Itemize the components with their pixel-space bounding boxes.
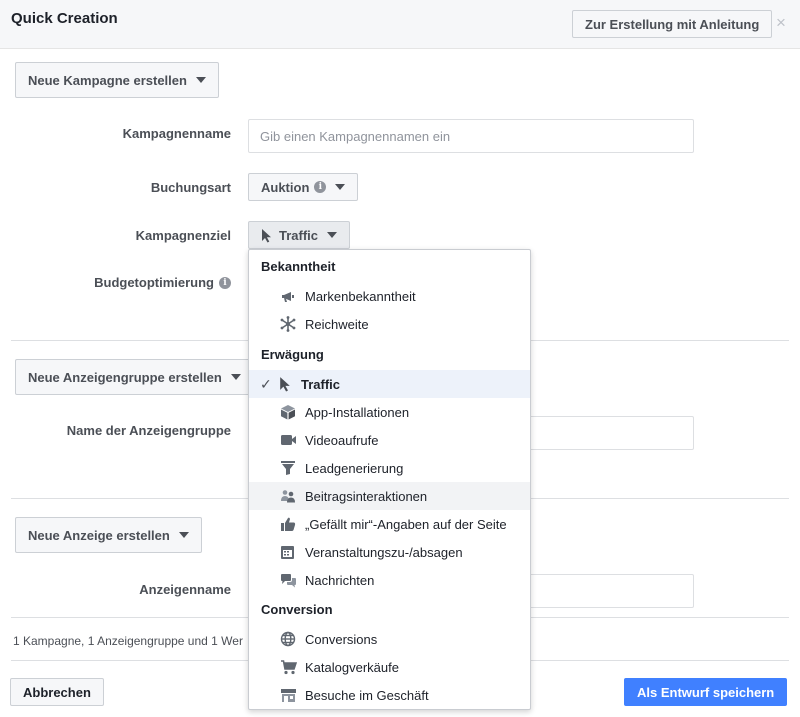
people-icon <box>279 487 297 505</box>
menu-item-label: Markenbekanntheit <box>305 288 416 304</box>
menu-section-consideration: Erwägung <box>261 347 324 362</box>
menu-item-label: Videoaufrufe <box>305 432 379 448</box>
cursor-icon <box>276 375 294 393</box>
menu-item-traffic[interactable]: ✓ Traffic <box>249 370 530 398</box>
funnel-icon <box>279 459 297 477</box>
budget-optimization-text: Budgetoptimierung <box>94 275 214 290</box>
close-icon[interactable]: × <box>776 13 786 33</box>
checkmark-icon: ✓ <box>260 375 272 392</box>
menu-item-store-visits[interactable]: Besuche im Geschäft <box>249 681 530 709</box>
cart-icon <box>279 658 297 676</box>
menu-item-label: Reichweite <box>305 316 369 332</box>
info-icon: i <box>219 276 231 289</box>
chevron-down-icon <box>195 77 206 83</box>
menu-item-messages[interactable]: Nachrichten <box>249 566 530 594</box>
store-icon <box>279 686 297 704</box>
campaign-name-input[interactable]: Gib einen Kampagnennamen ein <box>248 119 694 153</box>
new-campaign-dropdown[interactable]: Neue Kampagne erstellen <box>15 62 219 98</box>
budget-optimization-label: Budgetoptimierung i <box>94 275 231 290</box>
chat-bubbles-icon <box>279 571 297 589</box>
info-icon: i <box>314 181 327 193</box>
new-adset-dropdown[interactable]: Neue Anzeigengruppe erstellen <box>15 359 254 395</box>
dialog-title: Quick Creation <box>11 10 118 27</box>
menu-item-reach[interactable]: Reichweite <box>249 310 530 338</box>
chevron-down-icon <box>230 374 241 380</box>
menu-item-app-installs[interactable]: App-Installationen <box>249 398 530 426</box>
chevron-down-icon <box>327 232 338 238</box>
save-draft-button[interactable]: Als Entwurf speichern <box>624 678 788 706</box>
menu-item-label: Leadgenerierung <box>305 460 404 476</box>
reach-icon <box>279 315 297 333</box>
video-camera-icon <box>279 431 297 449</box>
globe-icon <box>279 630 297 648</box>
menu-item-label: Nachrichten <box>305 572 375 588</box>
new-ad-label: Neue Anzeige erstellen <box>28 527 170 543</box>
new-ad-dropdown[interactable]: Neue Anzeige erstellen <box>15 517 202 553</box>
menu-section-awareness: Bekanntheit <box>261 259 336 274</box>
cursor-icon <box>261 228 272 243</box>
menu-item-label: Veranstaltungszu-/absagen <box>305 544 463 560</box>
campaign-name-label: Kampagnenname <box>122 126 231 141</box>
guided-creation-button[interactable]: Zur Erstellung mit Anleitung <box>572 10 773 38</box>
buying-type-label: Buchungsart <box>150 180 231 195</box>
menu-item-conversions[interactable]: Conversions <box>249 625 530 653</box>
objective-dropdown[interactable]: Traffic <box>248 221 351 249</box>
new-campaign-label: Neue Kampagne erstellen <box>28 72 187 88</box>
buying-type-dropdown[interactable]: Auktion i <box>248 173 359 201</box>
chevron-down-icon <box>335 184 346 190</box>
objective-value: Traffic <box>279 227 319 243</box>
new-adset-label: Neue Anzeigengruppe erstellen <box>28 369 222 385</box>
menu-item-label: Katalogverkäufe <box>305 659 399 675</box>
buying-type-value: Auktion <box>261 179 310 195</box>
menu-item-video-views[interactable]: Videoaufrufe <box>249 426 530 454</box>
adset-name-label: Name der Anzeigengruppe <box>66 423 231 438</box>
menu-item-event-responses[interactable]: Veranstaltungszu-/absagen <box>249 538 530 566</box>
ad-name-label: Anzeigenname <box>139 582 231 597</box>
summary-text: 1 Kampagne, 1 Anzeigengruppe und 1 Wer <box>13 634 243 648</box>
menu-section-conversion: Conversion <box>261 602 333 617</box>
menu-item-label: Besuche im Geschäft <box>305 687 429 703</box>
chevron-down-icon <box>178 532 189 538</box>
megaphone-icon <box>279 287 297 305</box>
menu-item-catalog-sales[interactable]: Katalogverkäufe <box>249 653 530 681</box>
menu-item-label: Conversions <box>305 631 378 647</box>
menu-item-brand-awareness[interactable]: Markenbekanntheit <box>249 282 530 310</box>
cancel-button[interactable]: Abbrechen <box>10 678 104 706</box>
menu-item-label: „Gefällt mir“-Angaben auf der Seite <box>305 516 507 532</box>
menu-item-label: Traffic <box>301 376 341 392</box>
menu-item-label: App-Installationen <box>305 404 410 420</box>
dialog-header: Quick Creation Zur Erstellung mit Anleit… <box>0 0 800 49</box>
menu-item-lead-generation[interactable]: Leadgenerierung <box>249 454 530 482</box>
box-icon <box>279 403 297 421</box>
calendar-icon <box>279 543 297 561</box>
menu-item-label: Beitragsinteraktionen <box>305 488 428 504</box>
objective-label: Kampagnenziel <box>135 228 231 243</box>
menu-item-post-engagement[interactable]: Beitragsinteraktionen <box>249 482 530 510</box>
thumbs-up-icon <box>279 515 297 533</box>
objective-menu: Bekanntheit Markenbekanntheit Reichweite… <box>248 249 531 710</box>
menu-item-page-likes[interactable]: „Gefällt mir“-Angaben auf der Seite <box>249 510 530 538</box>
